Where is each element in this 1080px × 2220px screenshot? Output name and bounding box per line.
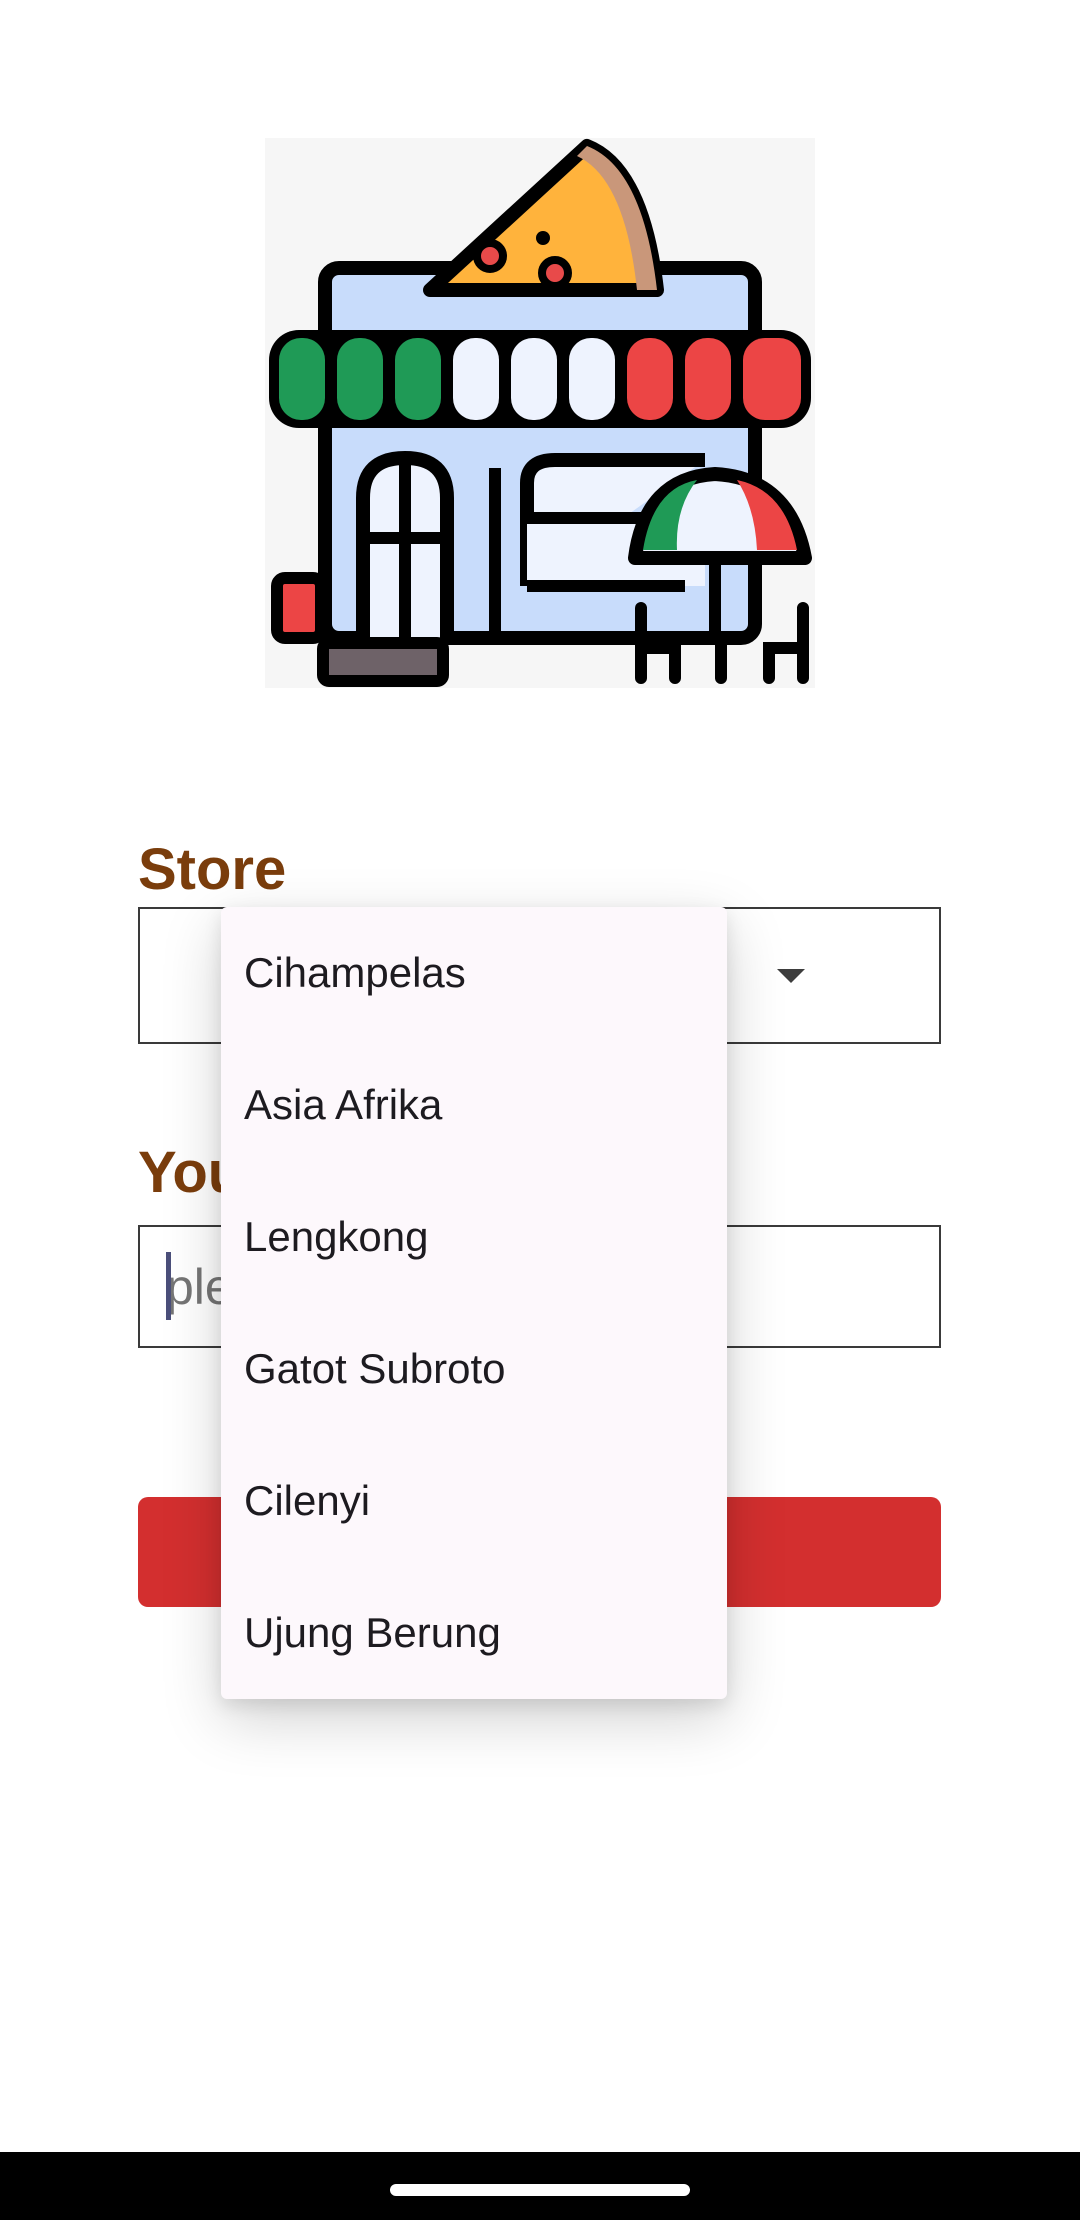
dropdown-option-cihampelas[interactable]: Cihampelas [221,907,727,1039]
home-gesture-handle[interactable] [390,2184,690,2196]
pizza-store-logo-icon [265,138,815,688]
dropdown-option-gatot-subroto[interactable]: Gatot Subroto [221,1303,727,1435]
dropdown-option-cilenyi[interactable]: Cilenyi [221,1435,727,1567]
dropdown-arrow-icon[interactable] [777,969,805,983]
dropdown-option-lengkong[interactable]: Lengkong [221,1171,727,1303]
store-dropdown-menu: Cihampelas Asia Afrika Lengkong Gatot Su… [221,907,727,1699]
dropdown-option-ujung-berung[interactable]: Ujung Berung [221,1567,727,1699]
system-navigation-bar [0,2152,1080,2220]
store-label: Store [138,837,287,902]
dropdown-option-asia-afrika[interactable]: Asia Afrika [221,1039,727,1171]
text-cursor [166,1252,171,1320]
